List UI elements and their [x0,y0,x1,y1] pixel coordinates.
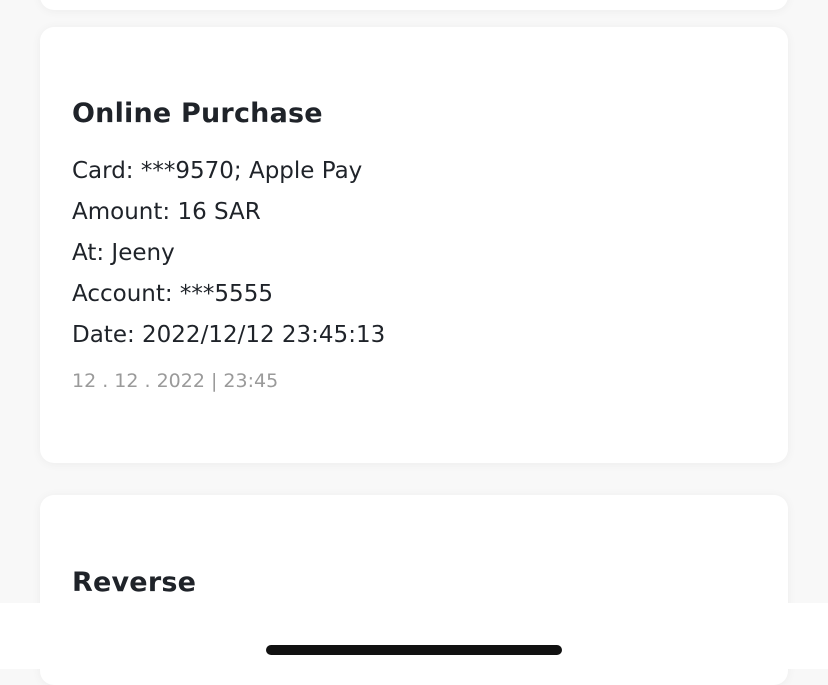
home-indicator[interactable] [266,645,562,655]
amount-detail: Amount: 16 SAR [72,199,261,225]
previous-transaction-card [40,0,788,10]
date-detail: Date: 2022/12/12 23:45:13 [72,322,386,348]
bottom-safe-area [0,603,828,669]
transaction-details: Card: ***9570; Apple Pay Amount: 16 SAR … [72,151,385,356]
transaction-title: Online Purchase [72,98,323,129]
transaction-timestamp: 12 . 12 . 2022 | 23:45 [72,370,279,392]
transaction-title: Reverse [72,567,197,598]
card-detail: Card: ***9570; Apple Pay [72,158,363,184]
account-detail: Account: ***5555 [72,281,273,307]
merchant-detail: At: Jeeny [72,240,175,266]
transaction-card[interactable]: Online Purchase Card: ***9570; Apple Pay… [40,27,788,463]
